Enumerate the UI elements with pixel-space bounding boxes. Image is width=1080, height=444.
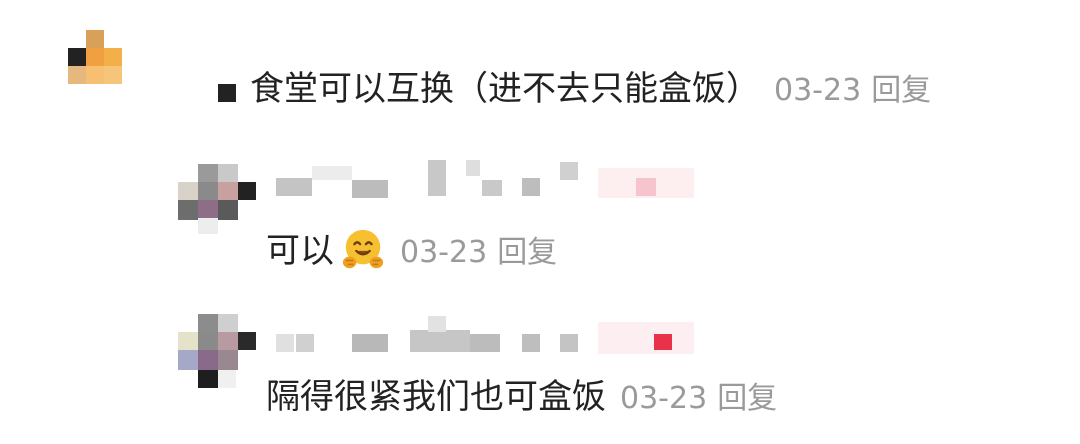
top-comment-text: 食堂可以互换（进不去只能盒饭） (250, 69, 760, 109)
reply-1: 可以 03-23 回复 (266, 226, 557, 272)
reply-2: 隔得很紧我们也可盒饭 03-23 回复 (266, 380, 777, 414)
reply-1-text: 可以 (266, 231, 334, 271)
reply-1-date: 03-23 (400, 235, 488, 270)
top-comment-date: 03-23 (774, 73, 862, 108)
reply-2-date: 03-23 (620, 381, 708, 416)
top-comment-reply-button[interactable]: 回复 (871, 73, 931, 108)
reply-2-reply-button[interactable]: 回复 (717, 381, 777, 416)
square-icon (218, 84, 236, 102)
comment-thread: 食堂可以互换（进不去只能盒饭） 03-23 回复 可以 03-23 回复 隔得很… (0, 0, 1080, 444)
reply-2-text: 隔得很紧我们也可盒饭 (266, 377, 606, 417)
hugging-face-emoji-icon (342, 229, 384, 269)
reply-1-reply-button[interactable]: 回复 (497, 235, 557, 270)
top-comment: 食堂可以互换（进不去只能盒饭） 03-23 回复 (218, 72, 931, 106)
